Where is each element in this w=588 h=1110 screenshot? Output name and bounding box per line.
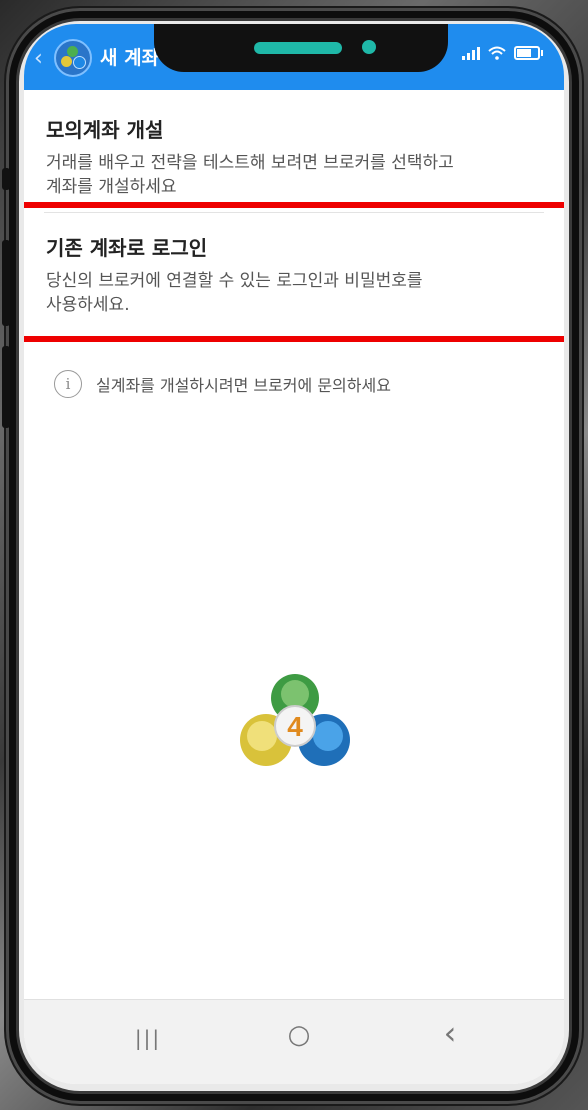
highlight-box <box>24 202 564 342</box>
android-navbar: ||| ○ ‹ <box>24 999 564 1084</box>
option-description-line: 거래를 배우고 전략을 테스트해 보려면 브로커를 선택하고 <box>46 153 454 173</box>
wifi-icon <box>488 46 506 60</box>
info-row: i 실계좌를 개설하시려면 브로커에 문의하세요 <box>54 370 391 398</box>
metatrader-4-logo: 4 <box>240 674 350 766</box>
phone-screen: ‹ 새 계좌 모의계좌 개설 거래를 배우고 전략을 테스트해 보려면 브로커를… <box>24 24 564 1084</box>
metatrader-4-icon <box>54 39 92 77</box>
battery-icon <box>514 46 543 60</box>
back-chevron-icon[interactable]: ‹ <box>34 46 43 71</box>
nav-back-icon[interactable]: ‹ <box>430 1014 470 1052</box>
signal-icon <box>462 46 480 60</box>
info-icon: i <box>54 370 82 398</box>
option-demo-account[interactable]: 모의계좌 개설 거래를 배우고 전략을 테스트해 보려면 브로커를 선택하고 계… <box>24 114 564 199</box>
front-camera-icon <box>362 40 376 54</box>
phone-volume-up-button <box>2 240 10 326</box>
status-icons <box>462 46 543 60</box>
phone-side-button <box>2 168 10 190</box>
phone-volume-down-button <box>2 346 10 428</box>
home-icon[interactable]: ○ <box>279 1020 319 1050</box>
option-description-line: 계좌를 개설하세요 <box>46 177 177 197</box>
info-text: 실계좌를 개설하시려면 브로커에 문의하세요 <box>96 376 391 395</box>
option-title: 모의계좌 개설 <box>46 118 164 142</box>
camera-notch <box>154 24 448 72</box>
page-title: 새 계좌 <box>100 47 160 69</box>
speaker-icon <box>254 42 342 54</box>
logo-badge-number: 4 <box>287 711 303 742</box>
recents-icon[interactable]: ||| <box>128 1026 168 1050</box>
